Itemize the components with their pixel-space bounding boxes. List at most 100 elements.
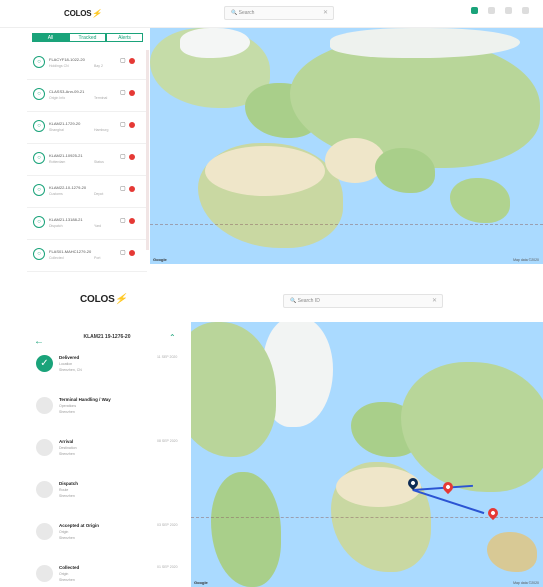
back-arrow-icon[interactable]: ←: [34, 336, 44, 347]
tab-tracked[interactable]: Tracked: [69, 33, 106, 42]
tab-alerts[interactable]: Alerts: [106, 33, 143, 42]
shipment-extra: Bay 2: [94, 64, 103, 68]
brand-logo[interactable]: COLOS⚡: [64, 9, 101, 18]
location-pin-icon[interactable]: [129, 90, 135, 96]
search-input[interactable]: 🔍 Search ✕: [224, 6, 334, 20]
shipment-sub: Collected: [49, 256, 64, 260]
shipment-sub: Origin Info: [49, 96, 66, 100]
step-note: Shenzhen: [59, 410, 75, 414]
shipment-extra: Port: [94, 256, 101, 260]
map-attribution: Map data ©2020: [513, 258, 539, 262]
step-date: 01 SEP 2020: [157, 565, 178, 569]
shipment-id: CLASS3-Ann-09-21: [49, 89, 85, 94]
timeline-step: Terminal Handling / Way Operations Shenzhe…: [28, 392, 188, 434]
document-icon[interactable]: ▢: [120, 57, 126, 64]
list-view-icon[interactable]: [488, 7, 495, 14]
step-sub: Operations: [59, 404, 77, 408]
shipment-sub: Shanghai: [49, 128, 64, 132]
search-placeholder: 🔍 Search ID: [290, 298, 320, 304]
map-attribution: Map data ©2020: [513, 581, 539, 585]
clear-search-icon[interactable]: ✕: [432, 297, 437, 304]
shipment-sub: Rotterdam: [49, 160, 66, 164]
shipment-extra: Status: [94, 160, 104, 164]
shipment-id: KLAM21-10925-21: [49, 153, 83, 158]
step-sub: Origin: [59, 530, 69, 534]
shipment-extra: Depot: [94, 192, 104, 196]
timeline-step: Collected Origin Shenzhen 01 SEP 2020: [28, 560, 188, 587]
tab-all[interactable]: All: [32, 33, 69, 42]
status-circle-icon: ○: [33, 88, 45, 100]
shipment-sub: Customs: [49, 192, 63, 196]
india-land: [375, 148, 435, 193]
document-icon[interactable]: ▢: [120, 217, 126, 224]
world-map[interactable]: Google Map data ©2020: [150, 28, 543, 264]
shipment-row[interactable]: ○ KLAM21-10925-21 Rotterdam Status ▢: [27, 144, 147, 176]
screen-shipment-detail: COLOS⚡ 🔍 Search ID ✕ ← KLAM21 19-1276-20…: [0, 284, 543, 587]
search-placeholder: 🔍 Search: [231, 10, 255, 16]
shipment-row[interactable]: ○ FLACYF18-1022-20 Holdings CN Bay 2 ▢: [27, 48, 147, 80]
step-sub: Location: [59, 362, 73, 366]
timeline-step: Accepted at Origin Origin Shenzhen 03 SEP 2…: [28, 518, 188, 560]
top-bar: COLOS⚡ 🔍 Search ✕: [0, 0, 543, 28]
map-view-icon[interactable]: [471, 7, 478, 14]
status-circle-icon: ○: [33, 184, 45, 196]
south-america-land: [211, 472, 281, 587]
shipment-row[interactable]: ○ KLAM21-1729-20 Shanghai Hamburg ▢: [27, 112, 147, 144]
document-icon[interactable]: ▢: [120, 121, 126, 128]
location-pin-icon[interactable]: [129, 218, 135, 224]
settings-icon[interactable]: [505, 7, 512, 14]
step-sub: Origin: [59, 572, 69, 576]
location-pin-icon[interactable]: [129, 186, 135, 192]
document-icon[interactable]: ▢: [120, 185, 126, 192]
shipment-row[interactable]: ○ KLAM21-13188-21 Dispatch Yard ▢: [27, 208, 147, 240]
top-bar: COLOS⚡ 🔍 Search ID ✕: [0, 284, 543, 314]
timeline-step: Arrival Destination Shenzhen 08 SEP 2020: [28, 434, 188, 476]
shipment-list: ○ FLACYF18-1022-20 Holdings CN Bay 2 ▢ ○ CLASS…: [27, 48, 147, 272]
google-logo: Google: [153, 257, 167, 262]
route-map[interactable]: Google Map data ©2020: [191, 322, 543, 587]
asia-land: [401, 362, 543, 492]
step-title: Collected: [59, 565, 80, 570]
check-icon: ✓: [36, 355, 53, 372]
shipment-sub: Holdings CN: [49, 64, 69, 68]
shipment-row[interactable]: ○ CLASS3-Ann-09-21 Origin Info Terminal ▢: [27, 80, 147, 112]
step-circle-icon: [36, 481, 53, 498]
step-circle-icon: [36, 565, 53, 582]
shipment-row[interactable]: ○ FLAS01-MAHC1279-20 Collected Port ▢: [27, 240, 147, 272]
shipment-sub: Dispatch: [49, 224, 63, 228]
document-icon[interactable]: ▢: [120, 153, 126, 160]
brand-name: COLOS: [80, 294, 115, 305]
shipment-row[interactable]: ○ KLAM22-10-1279-20 Customs Depot ▢: [27, 176, 147, 208]
status-circle-icon: ○: [33, 216, 45, 228]
shipment-extra: Hamburg: [94, 128, 109, 132]
brand-mark-icon: ⚡: [91, 9, 102, 18]
australia-land: [487, 532, 537, 572]
step-note: Shenzhen: [59, 452, 75, 456]
timeline-step: Dispatch Route Shenzhen: [28, 476, 188, 518]
location-pin-icon[interactable]: [129, 122, 135, 128]
brand-mark-icon: ⚡: [114, 294, 127, 305]
step-circle-icon: [36, 439, 53, 456]
sahara-desert: [336, 467, 421, 507]
location-pin-icon[interactable]: [129, 250, 135, 256]
clear-search-icon[interactable]: ✕: [323, 9, 328, 16]
brand-logo[interactable]: COLOS⚡: [80, 294, 127, 305]
step-date: 11 SEP 2020: [157, 355, 178, 359]
sahara-desert: [205, 146, 325, 196]
step-note: Shenzhen: [59, 578, 75, 582]
step-circle-icon: [36, 523, 53, 540]
step-title: Delivered: [59, 355, 80, 360]
user-icon[interactable]: [522, 7, 529, 14]
step-date: 08 SEP 2020: [157, 439, 178, 443]
location-pin-icon[interactable]: [129, 58, 135, 64]
shipment-id: FLAS01-MAHC1279-20: [49, 249, 92, 254]
status-circle-icon: ○: [33, 152, 45, 164]
collapse-icon[interactable]: ⌃: [169, 333, 176, 342]
step-title: Terminal Handling / Way: [59, 397, 111, 402]
document-icon[interactable]: ▢: [120, 89, 126, 96]
document-icon[interactable]: ▢: [120, 249, 126, 256]
status-circle-icon: ○: [33, 248, 45, 260]
list-scrollbar[interactable]: [146, 50, 149, 250]
search-input[interactable]: 🔍 Search ID ✕: [283, 294, 443, 308]
location-pin-icon[interactable]: [129, 154, 135, 160]
